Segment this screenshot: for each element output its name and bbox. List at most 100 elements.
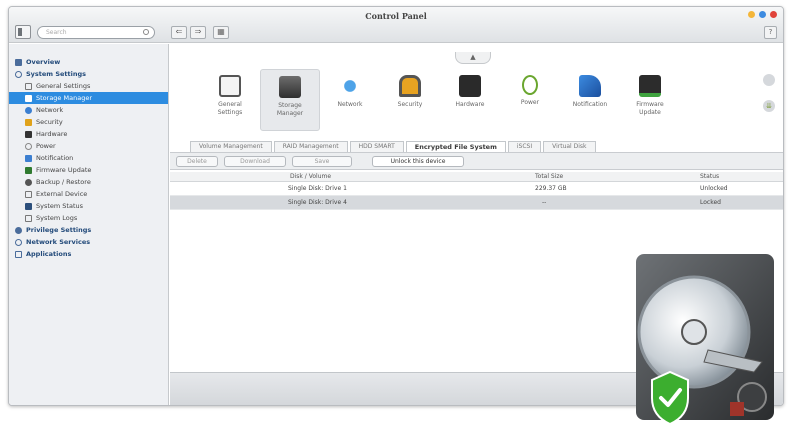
tool-security[interactable]: Security	[380, 69, 440, 131]
applications-icon	[15, 250, 22, 258]
sidebar-item-power[interactable]: Power	[9, 140, 168, 152]
settings-toolbar: General Settings Storage Manager Network…	[200, 69, 760, 131]
sidebar-item-network[interactable]: Network	[9, 104, 168, 116]
toolbar-scroll: ⇊	[763, 74, 775, 112]
power-icon	[25, 142, 32, 150]
sidebar-item-general-settings[interactable]: General Settings	[9, 80, 168, 92]
sidebar-label: Firmware Update	[36, 166, 92, 174]
sidebar-label: Backup / Restore	[36, 178, 91, 186]
chevron-down-icon[interactable]: ⇊	[763, 100, 775, 112]
sidebar-item-system-logs[interactable]: System Logs	[9, 212, 168, 224]
close-button[interactable]	[770, 11, 777, 18]
sidebar-item-network-services[interactable]: Network Services	[9, 236, 168, 248]
tool-label: Storage	[278, 102, 302, 109]
action-toolbar: Delete Download Save Unlock this device	[170, 152, 783, 170]
back-button[interactable]: ⇐	[171, 26, 187, 39]
table-header: Disk / Volume Total Size Status	[170, 172, 783, 182]
cell-status: Locked	[700, 199, 721, 206]
notification-icon	[579, 75, 601, 97]
hard-drive-illustration	[636, 254, 774, 426]
sidebar: Overview System Settings General Setting…	[9, 44, 169, 405]
cell-disk: Single Disk: Drive 4	[288, 199, 347, 206]
column-status[interactable]: Status	[700, 172, 719, 182]
storage-tabs: Volume Management RAID Management HDD SM…	[190, 141, 596, 152]
lock-icon	[25, 118, 32, 126]
save-button[interactable]: Save	[292, 156, 352, 167]
tool-label: Firmware	[636, 101, 664, 108]
sidebar-label: External Device	[36, 190, 88, 198]
sidebar-toggle-button[interactable]	[15, 25, 31, 39]
system-status-icon	[25, 202, 32, 210]
sidebar-item-backup-restore[interactable]: Backup / Restore	[9, 176, 168, 188]
column-disk-volume[interactable]: Disk / Volume	[290, 172, 331, 182]
sidebar-label: Storage Manager	[36, 94, 92, 102]
sidebar-item-external-device[interactable]: External Device	[9, 188, 168, 200]
column-total-size[interactable]: Total Size	[535, 172, 563, 182]
grid-view-button[interactable]: ▦	[213, 26, 229, 39]
tool-label: General	[218, 101, 242, 108]
sidebar-item-security[interactable]: Security	[9, 116, 168, 128]
hardware-icon	[459, 75, 481, 97]
lock-icon	[399, 75, 421, 97]
scroll-up-icon[interactable]	[763, 74, 775, 86]
tool-network[interactable]: Network	[320, 69, 380, 131]
sidebar-item-applications[interactable]: Applications	[9, 248, 168, 260]
sidebar-item-notification[interactable]: Notification	[9, 152, 168, 164]
storage-manager-icon	[279, 76, 301, 98]
tool-label: Notification	[572, 101, 608, 108]
sidebar-item-system-settings[interactable]: System Settings	[9, 68, 168, 80]
external-device-icon	[25, 190, 32, 198]
delete-button[interactable]: Delete	[176, 156, 218, 167]
sidebar-item-hardware[interactable]: Hardware	[9, 128, 168, 140]
table-row[interactable]: Single Disk: Drive 1 229.37 GB Unlocked	[170, 182, 783, 196]
minimize-button[interactable]	[748, 11, 755, 18]
sidebar-label: System Settings	[26, 70, 87, 78]
tool-notification[interactable]: Notification	[560, 69, 620, 131]
tab-raid-management[interactable]: RAID Management	[273, 141, 348, 152]
help-button[interactable]: ?	[764, 26, 777, 39]
hdd-connector	[730, 402, 744, 416]
tool-general-settings[interactable]: General Settings	[200, 69, 260, 131]
search-icon[interactable]	[143, 29, 149, 35]
tool-hardware[interactable]: Hardware	[440, 69, 500, 131]
sidebar-item-privilege-settings[interactable]: Privilege Settings	[9, 224, 168, 236]
sidebar-item-storage-manager[interactable]: Storage Manager	[9, 92, 168, 104]
hdd-spindle	[681, 319, 707, 345]
general-settings-icon	[25, 82, 32, 90]
tool-storage-manager[interactable]: Storage Manager	[260, 69, 320, 131]
tool-label: Update	[639, 109, 661, 116]
gear-icon	[15, 70, 22, 78]
backup-restore-icon	[25, 178, 32, 186]
unlock-device-button[interactable]: Unlock this device	[372, 156, 464, 167]
tab-volume-management[interactable]: Volume Management	[190, 141, 272, 152]
tool-label: Security	[397, 101, 423, 108]
encrypted-volume-table: Disk / Volume Total Size Status Single D…	[170, 172, 783, 210]
title-bar: Control Panel Search ⇐ ⇒ ▦ ?	[9, 7, 783, 43]
security-shield-icon	[651, 370, 689, 426]
tool-power[interactable]: Power	[500, 69, 560, 131]
network-services-icon	[15, 238, 22, 246]
cell-status: Unlocked	[700, 185, 728, 192]
tab-iscsi[interactable]: iSCSI	[507, 141, 542, 152]
storage-manager-icon	[25, 94, 32, 102]
search-input[interactable]: Search	[37, 26, 155, 39]
maximize-button[interactable]	[759, 11, 766, 18]
table-row[interactable]: Single Disk: Drive 4 -- Locked	[170, 196, 783, 210]
sidebar-label: Network	[36, 106, 64, 114]
nav-buttons: ⇐ ⇒ ▦	[171, 26, 229, 39]
sidebar-label: Applications	[26, 250, 72, 258]
user-icon	[15, 226, 22, 234]
download-button[interactable]: Download	[224, 156, 286, 167]
collapse-toolbar-button[interactable]: ▲	[455, 52, 491, 64]
sidebar-item-overview[interactable]: Overview	[9, 56, 168, 68]
tab-virtual-disk[interactable]: Virtual Disk	[543, 141, 596, 152]
forward-button[interactable]: ⇒	[190, 26, 206, 39]
sidebar-item-system-status[interactable]: System Status	[9, 200, 168, 212]
window-title: Control Panel	[365, 11, 427, 21]
power-bulb-icon	[522, 75, 538, 95]
tab-encrypted-file-system[interactable]: Encrypted File System	[405, 141, 506, 152]
sidebar-label: Hardware	[36, 130, 68, 138]
sidebar-item-firmware-update[interactable]: Firmware Update	[9, 164, 168, 176]
tab-hdd-smart[interactable]: HDD SMART	[349, 141, 404, 152]
tool-firmware-update[interactable]: Firmware Update	[620, 69, 680, 131]
